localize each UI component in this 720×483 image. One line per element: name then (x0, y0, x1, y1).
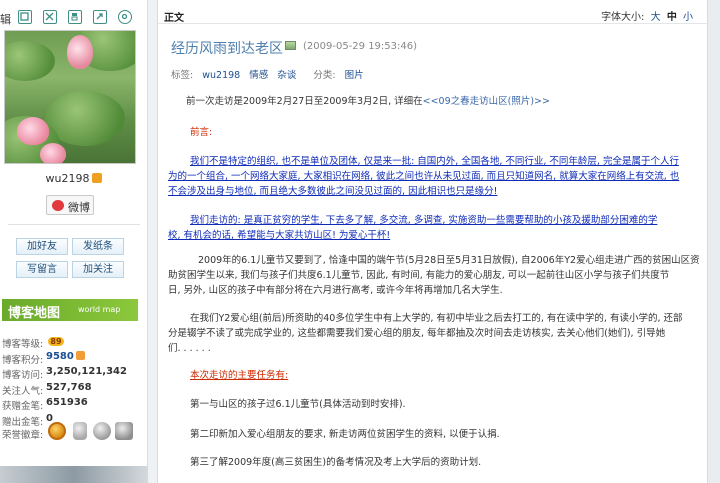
stat-pens-received: 获赠金笔: 651936 (2, 396, 142, 412)
stat-popularity: 关注人气: 527,768 (2, 381, 142, 397)
font-size-medium[interactable]: 中 (667, 12, 677, 23)
font-size-small[interactable]: 小 (683, 12, 693, 23)
share-icon[interactable] (93, 10, 107, 24)
stat-label: 博客积分: (2, 354, 44, 366)
font-size-control: 字体大小: 大 中 小 (601, 8, 693, 23)
body-line: 日, 另外, 山区的孩子中有部分将在六月进行高考, 或许今年将再增加几名大学生. (168, 285, 503, 296)
window-icon[interactable] (18, 10, 32, 24)
article-title: 经历风雨到达老区 (171, 41, 283, 57)
preface-heading: 前言: (190, 127, 213, 138)
article-tags: 标签: wu2198 情感 杂谈 分类: 图片 (171, 67, 364, 81)
tags-label: 标签: (171, 70, 194, 81)
picture-icon (285, 41, 296, 50)
save-icon[interactable] (68, 10, 82, 24)
follow-button[interactable]: 加关注 (72, 261, 124, 278)
stat-label: 博客等级: (2, 339, 44, 350)
medal-pen-icon[interactable] (115, 422, 133, 440)
sidebar-bottom-thumbnails (0, 466, 148, 483)
write-message-button[interactable]: 写留言 (16, 261, 68, 278)
level-icon: 89 (48, 337, 64, 346)
sidebar-divider (8, 224, 140, 225)
medal-gold-icon[interactable] (48, 422, 66, 440)
points-icon (75, 350, 85, 360)
expand-icon[interactable] (43, 10, 57, 24)
body-line: 们. . . . . . (168, 343, 211, 354)
blog-stats: 博客等级: 89 博客积分: 9580 博客访问: 3,250,121,342 … (2, 334, 142, 428)
purpose-line: 校, 有机会的话, 希望能与大家共访山区! 为爱心干杯! (168, 230, 391, 241)
paragraph-intro: 前一次走访是2009年2月27日至2009年3月2日, 详细在<<09之春走访山… (186, 96, 550, 107)
stat-value: 3,250,121,342 (46, 366, 127, 377)
stat-value: 89 (46, 335, 64, 346)
medal-lock-icon[interactable] (93, 422, 111, 440)
send-note-button[interactable]: 发纸条 (72, 238, 124, 255)
sidebar-toolbar: 辑 (0, 8, 148, 28)
tag-link[interactable]: wu2198 (202, 70, 240, 81)
tag-link[interactable]: 杂谈 (277, 70, 296, 81)
stat-label: 关注人气: (2, 385, 44, 397)
honor-badges: 荣誉徽章: (2, 422, 142, 444)
article-header-title: 正文 (164, 13, 184, 24)
username[interactable]: wu2198 (0, 172, 148, 185)
task-line: 第三了解2009年度(高三贫困生)的备考情况及考上大学后的资助计划. (190, 457, 482, 468)
task-line: 第一与山区的孩子过6.1儿童节(具体活动到时安排). (190, 399, 406, 410)
stat-value: 527,768 (46, 381, 92, 393)
preface-line: 不会涉及出身与地位, 而且绝大多数彼此之间没见过面的, 因此相识也只是缘分! (168, 186, 498, 197)
map-subtitle: world map (78, 305, 121, 314)
map-title: 博客地图 (8, 306, 61, 321)
category-link[interactable]: 图片 (345, 70, 364, 81)
stat-value: 9580 (46, 350, 85, 362)
weibo-icon (52, 200, 64, 211)
toolbar-label: 辑 (0, 13, 11, 26)
avatar[interactable] (4, 30, 136, 164)
tasks-heading: 本次走访的主要任务有: (190, 370, 289, 381)
tag-link[interactable]: 情感 (249, 70, 268, 81)
add-friend-button[interactable]: 加好友 (16, 238, 68, 255)
verified-icon (92, 173, 103, 183)
blog-sidebar: 辑 wu2198 微博 加好友 发纸条 写留言 加关注 博客地图 world m… (0, 0, 148, 483)
article-timestamp: (2009-05-29 19:53:46) (303, 41, 418, 52)
body-line: 分是辍学不读了或完成学业的, 这些都需要我们爱心组的朋友, 每年都抽及次时间去走… (168, 328, 666, 339)
stat-level: 博客等级: 89 (2, 334, 142, 350)
stat-label: 获赠金笔: (2, 401, 44, 412)
settings-icon[interactable] (118, 10, 132, 24)
stat-points: 博客积分: 9580 (2, 350, 142, 366)
blog-map-banner[interactable]: 博客地图 world map (2, 299, 138, 321)
previous-visit-link[interactable]: <<09之春走访山区(照片)>> (423, 96, 550, 107)
badges-label: 荣誉徽章: (2, 430, 44, 441)
article-panel: 正文 字体大小: 大 中 小 经历风雨到达老区 (2009-05-29 19:5… (157, 0, 708, 483)
medal-plaque-icon[interactable] (73, 422, 87, 440)
weibo-button[interactable]: 微博 (46, 195, 94, 215)
weibo-label: 微博 (68, 201, 90, 214)
page-scroll-edge[interactable] (708, 0, 720, 483)
stat-label: 博客访问: (2, 370, 44, 381)
stat-value: 651936 (46, 397, 88, 408)
task-line: 第二印新加入爱心组朋友的要求, 新走访两位贫困学生的资料, 以便于认捐. (190, 429, 500, 440)
font-size-label: 字体大小: (601, 12, 645, 23)
username-text[interactable]: wu2198 (46, 172, 90, 185)
font-size-large[interactable]: 大 (651, 12, 661, 23)
article-header: 正文 字体大小: 大 中 小 (158, 0, 707, 24)
category-label: 分类: (313, 70, 336, 81)
stat-visits: 博客访问: 3,250,121,342 (2, 365, 142, 381)
